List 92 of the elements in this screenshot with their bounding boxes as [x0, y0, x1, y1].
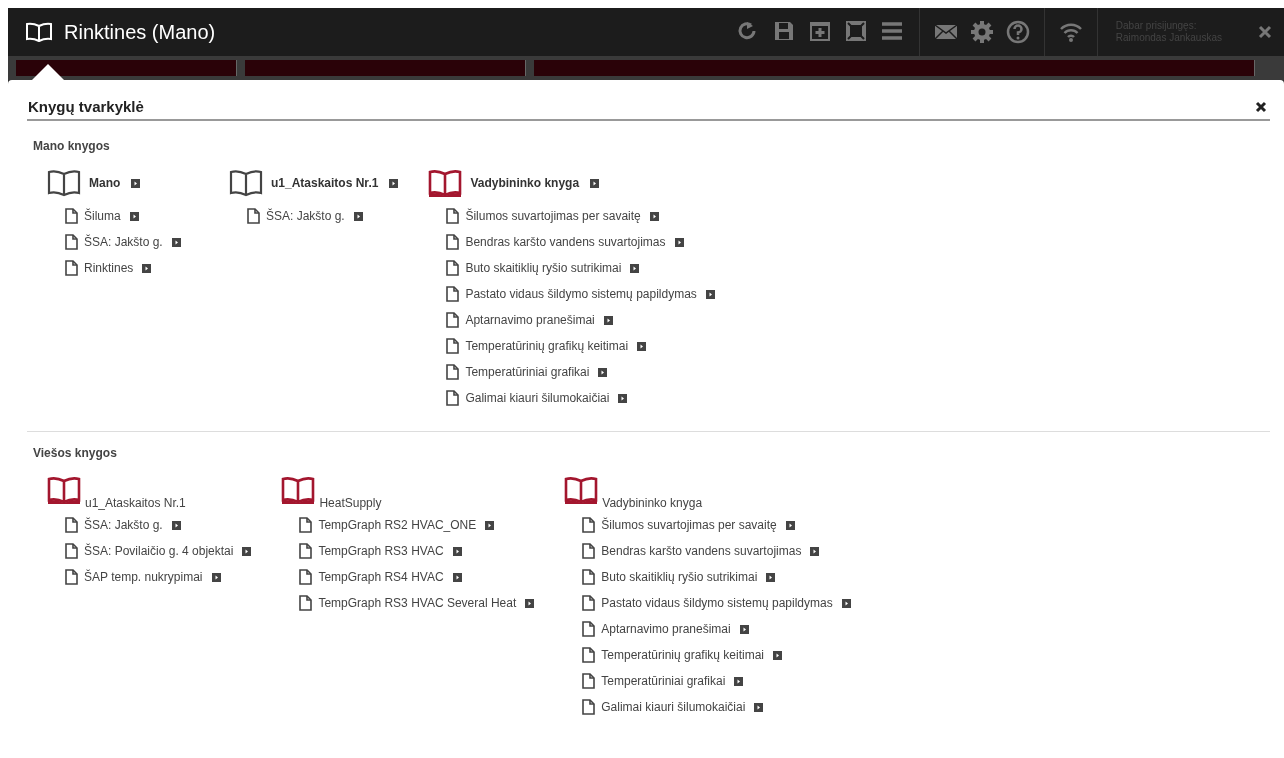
page-icon: [65, 208, 78, 224]
page-link[interactable]: Pastato vidaus šildymo sistemų papildymas: [465, 287, 697, 301]
open-arrow-icon[interactable]: [618, 393, 628, 403]
page-icon: [582, 595, 596, 611]
help-icon[interactable]: [1005, 20, 1030, 44]
page-icon: [299, 595, 313, 611]
page-icon: [299, 569, 313, 585]
page-link[interactable]: Temperatūriniai grafikai: [465, 365, 590, 379]
page-icon: [446, 234, 460, 250]
page-link[interactable]: ŠSA: Jakšto g.: [266, 209, 345, 223]
fullscreen-icon[interactable]: [844, 20, 869, 44]
page-link[interactable]: Galimai kiauri šilumokaičiai: [601, 700, 746, 714]
section-title: Viešos knygos: [33, 446, 118, 460]
section-title: Mano knygos: [33, 139, 111, 153]
page-icon: [65, 260, 78, 276]
page-link[interactable]: Bendras karšto vandens suvartojimas: [465, 235, 666, 249]
open-arrow-icon[interactable]: [525, 598, 535, 608]
page-icon: [446, 338, 460, 354]
open-arrow-icon[interactable]: [142, 263, 152, 273]
book-icon: [428, 169, 463, 197]
page-link[interactable]: Aptarnavimo pranešimai: [601, 622, 731, 636]
page-link[interactable]: Galimai kiauri šilumokaičiai: [465, 391, 610, 405]
book-icon: [26, 22, 52, 42]
open-arrow-icon[interactable]: [242, 546, 252, 556]
page-icon: [65, 517, 78, 533]
page-icon: [446, 208, 460, 224]
open-arrow-icon[interactable]: [598, 367, 608, 377]
page-link[interactable]: TempGraph RS4 HVAC: [318, 570, 444, 584]
page-icon: [582, 517, 596, 533]
page-link[interactable]: ŠSA: Jakšto g.: [84, 235, 163, 249]
page-link[interactable]: ŠSA: Povilaičio g. 4 objektai: [84, 544, 234, 558]
book-icon: [564, 476, 599, 504]
book-title[interactable]: Mano: [89, 176, 121, 190]
page-icon: [65, 543, 78, 559]
page-link[interactable]: Buto skaitiklių ryšio sutrikimai: [465, 261, 622, 275]
page-icon: [247, 208, 260, 224]
page-icon: [582, 543, 596, 559]
open-arrow-icon[interactable]: [773, 650, 782, 660]
page-icon: [299, 517, 313, 533]
page-icon: [446, 260, 460, 276]
page-icon: [582, 621, 596, 637]
page-link[interactable]: ŠSA: Jakšto g.: [84, 518, 163, 532]
page-link[interactable]: ŠAP temp. nukrypimai: [84, 570, 203, 584]
book-title[interactable]: u1_Ataskaitos Nr.1: [271, 176, 379, 190]
book-icon: [281, 476, 316, 504]
open-arrow-icon[interactable]: [637, 341, 647, 351]
book-title[interactable]: Vadybininko knyga: [602, 496, 703, 510]
page-icon: [446, 390, 460, 406]
open-arrow-icon[interactable]: [131, 178, 141, 188]
add-window-icon[interactable]: [808, 20, 833, 44]
page-icon: [446, 364, 460, 380]
book-icon: [47, 476, 81, 504]
page-icon: [65, 234, 78, 250]
page-link[interactable]: Aptarnavimo pranešimai: [465, 313, 595, 327]
page-icon: [582, 647, 596, 663]
book-icon: [47, 169, 81, 197]
open-arrow-icon[interactable]: [810, 546, 820, 556]
settings-icon[interactable]: [969, 20, 994, 44]
page-icon: [446, 312, 460, 328]
open-arrow-icon[interactable]: [630, 263, 640, 273]
open-arrow-icon[interactable]: [485, 520, 495, 530]
page-link[interactable]: Temperatūrinių grafikų keitimai: [601, 648, 764, 662]
open-arrow-icon[interactable]: [766, 572, 776, 582]
page-icon: [582, 569, 596, 585]
book-title[interactable]: u1_Ataskaitos Nr.1: [85, 496, 186, 510]
page-icon: [65, 569, 78, 585]
page-icon: [582, 699, 596, 715]
open-arrow-icon[interactable]: [389, 178, 399, 188]
page-link[interactable]: Bendras karšto vandens suvartojimas: [601, 544, 802, 558]
page-icon: [582, 673, 596, 689]
book-title[interactable]: Vadybininko knyga: [470, 176, 580, 190]
page-icon: [446, 286, 460, 302]
page-link[interactable]: Šiluma: [84, 209, 121, 223]
panel-title: Knygų tvarkyklė: [28, 98, 144, 115]
page-link[interactable]: Temperatūriniai grafikai: [601, 674, 726, 688]
page-link[interactable]: Šilumos suvartojimas per savaitę: [465, 209, 641, 223]
open-arrow-icon[interactable]: [590, 178, 600, 188]
page-link[interactable]: Šilumos suvartojimas per savaitę: [601, 518, 777, 532]
page-link[interactable]: TempGraph RS3 HVAC Several Heat: [318, 596, 517, 610]
window-title: Rinktines (Mano): [64, 20, 216, 44]
close-icon[interactable]: [1255, 100, 1267, 113]
page-link[interactable]: Pastato vidaus šildymo sistemų papildymas: [601, 596, 833, 610]
open-arrow-icon[interactable]: [734, 676, 744, 686]
page-link[interactable]: TempGraph RS2 HVAC_ONE: [318, 518, 477, 532]
page-link[interactable]: Rinktines: [84, 261, 134, 275]
book-title[interactable]: HeatSupply: [319, 496, 382, 510]
page-icon: [299, 543, 313, 559]
page-link[interactable]: Buto skaitiklių ryšio sutrikimai: [601, 570, 758, 584]
book-icon: [229, 169, 263, 197]
page-link[interactable]: Temperatūrinių grafikų keitimai: [465, 339, 629, 353]
page-link[interactable]: TempGraph RS3 HVAC: [318, 544, 444, 558]
open-arrow-icon[interactable]: [754, 702, 764, 712]
